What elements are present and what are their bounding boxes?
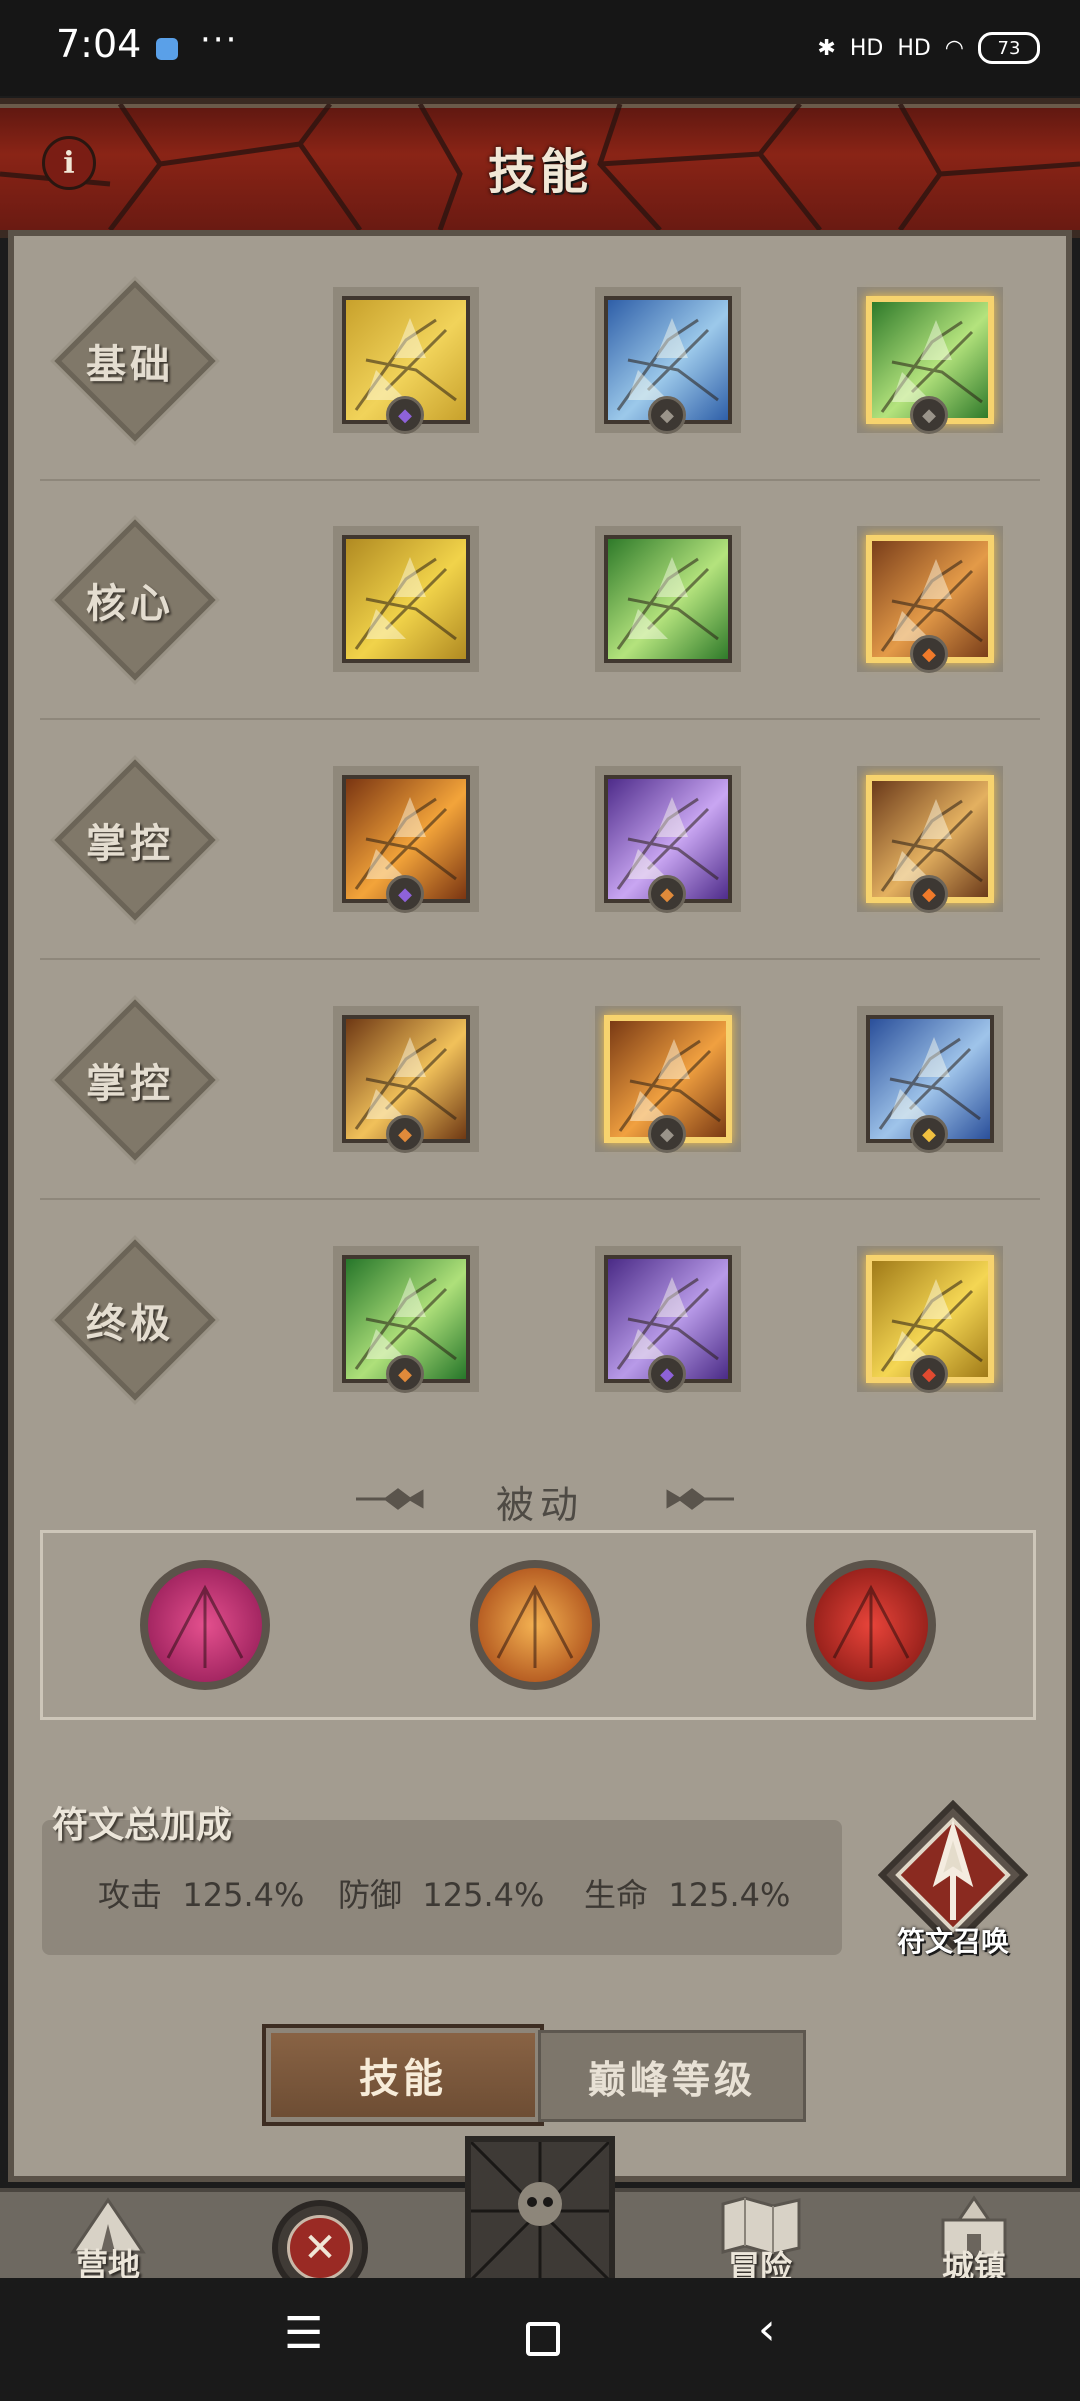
- home-icon[interactable]: [526, 2322, 560, 2356]
- row-label: 核心: [86, 581, 174, 627]
- passive-title: 被动: [496, 1483, 585, 1527]
- close-icon: ✕: [287, 2215, 353, 2281]
- skull-emblem-icon: [469, 2140, 611, 2282]
- rage-passive[interactable]: [806, 1560, 936, 1690]
- fire-element-badge-icon: ◆: [910, 875, 948, 913]
- purple-element-badge-icon: ◆: [648, 1355, 686, 1393]
- row-label: 基础: [86, 342, 174, 388]
- rune-bonus-title: 符文总加成: [52, 1805, 233, 1846]
- info-button[interactable]: i: [42, 136, 96, 190]
- rune-stat-value: 125.4%: [182, 1876, 305, 1914]
- status-icons: ✱ HD HD ◠ 73: [817, 26, 1040, 70]
- rune-stat-value: 125.4%: [422, 1876, 545, 1914]
- row-divider: [40, 479, 1040, 481]
- title-banner: 技能: [0, 98, 1080, 238]
- rune-stat-label: 生命: [584, 1876, 649, 1914]
- row-label: 终极: [86, 1301, 174, 1347]
- rage-passive-icon: [832, 1584, 910, 1668]
- row-divider: [40, 1198, 1040, 1200]
- app-notification-icon: [156, 38, 178, 60]
- row-label: 掌控: [86, 1061, 174, 1107]
- purple-element-badge-icon: ◆: [386, 396, 424, 434]
- passive-title-ornament-left: [356, 1488, 424, 1510]
- signal-hd-2: HD: [897, 35, 931, 61]
- signal-hd-1: HD: [849, 35, 884, 61]
- nav-adventure[interactable]: 冒险: [690, 2194, 830, 2288]
- rune-stat-defense: 防御 125.4%: [338, 1870, 544, 1916]
- passive-title-ornament-right: [666, 1488, 734, 1510]
- claw-passive[interactable]: [470, 1560, 600, 1690]
- yellow-whirl-icon: [354, 557, 457, 650]
- fire-element-badge-icon: ◆: [910, 635, 948, 673]
- recent-apps-icon[interactable]: ☰: [284, 2308, 323, 2359]
- row-label: 掌控: [86, 821, 174, 867]
- gray-element-badge-icon: ◆: [910, 396, 948, 434]
- rune-stat-health: 生命 125.4%: [584, 1870, 790, 1916]
- nav-camp[interactable]: 营地: [38, 2194, 178, 2286]
- tab-skills[interactable]: 技能: [262, 2024, 544, 2126]
- more-notifications-icon: ···: [200, 20, 239, 60]
- rune-stat-label: 攻击: [98, 1876, 163, 1914]
- rune-stat-attack: 攻击 125.4%: [98, 1870, 304, 1916]
- page-title: 技能: [487, 144, 592, 200]
- green-blades-icon: [616, 557, 719, 650]
- rune-stat-label: 防御: [338, 1876, 403, 1914]
- purple-element-badge-icon: ◆: [386, 875, 424, 913]
- battery-icon: 73: [978, 32, 1040, 64]
- claw-passive-icon: [496, 1584, 574, 1668]
- heart-passive[interactable]: [140, 1560, 270, 1690]
- status-bar: 7:04 ··· ✱ HD HD ◠ 73: [0, 0, 1080, 96]
- gray-element-badge-icon: ◆: [648, 396, 686, 434]
- nav-town[interactable]: 城镇: [904, 2194, 1044, 2288]
- back-icon[interactable]: ‹: [758, 2304, 776, 2355]
- heart-passive-icon: [166, 1584, 244, 1668]
- rune-stat-value: 125.4%: [668, 1876, 791, 1914]
- eye-element-badge-icon: ◆: [910, 1115, 948, 1153]
- skill-green-blades[interactable]: [604, 535, 732, 663]
- rune-summon-label: 符文召唤: [896, 1925, 1009, 1958]
- bluetooth-icon: ✱: [817, 35, 836, 61]
- orange-element-badge-icon: ◆: [386, 1355, 424, 1393]
- gray-element-badge-icon: ◆: [648, 1115, 686, 1153]
- row-divider: [40, 958, 1040, 960]
- orange-element-badge-icon: ◆: [648, 875, 686, 913]
- skill-yellow-whirl[interactable]: [342, 535, 470, 663]
- row-divider: [40, 718, 1040, 720]
- clock: 7:04: [56, 22, 142, 66]
- tab-paragon-level[interactable]: 巅峰等级: [538, 2030, 806, 2122]
- nav-skills-center-button[interactable]: [465, 2136, 615, 2286]
- orange-element-badge-icon: ◆: [386, 1115, 424, 1153]
- system-nav-bar: ☰ ‹: [0, 2278, 1080, 2401]
- wifi-icon: ◠: [944, 35, 964, 61]
- red-element-badge-icon: ◆: [910, 1355, 948, 1393]
